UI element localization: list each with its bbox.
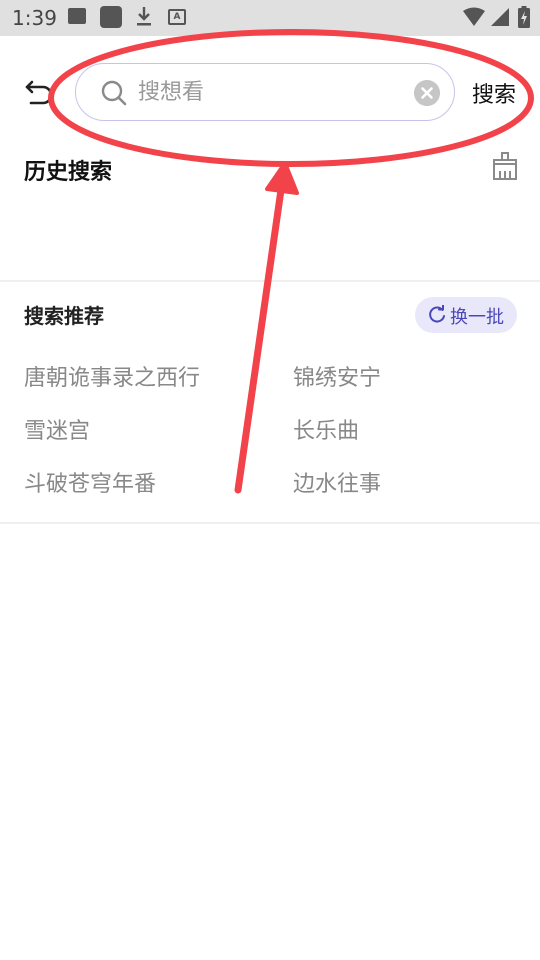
refresh-icon [429,305,445,323]
image-icon [68,8,86,24]
clear-input-button[interactable] [414,80,440,106]
recommend-item[interactable]: 斗破苍穹年番 [24,466,156,498]
status-bar: 1:39 A [0,0,540,36]
recommend-item[interactable]: 唐朝诡事录之西行 [24,360,200,392]
section-divider [0,522,540,524]
section-divider [0,280,540,282]
wifi-icon [463,7,485,26]
history-title: 历史搜索 [24,160,113,185]
back-button[interactable] [22,74,58,110]
recommend-item[interactable]: 长乐曲 [293,413,359,445]
search-button[interactable]: 搜索 [472,77,516,109]
search-box[interactable] [75,63,455,121]
signal-icon [491,8,509,26]
app-icon [100,6,122,28]
download-icon [137,7,151,26]
battery-icon [518,6,530,28]
status-time: 1:39 [12,6,57,30]
broom-icon[interactable] [491,152,519,180]
recommend-title: 搜索推荐 [24,304,104,328]
recommend-item[interactable]: 雪迷宫 [24,413,90,445]
refresh-button[interactable]: 换一批 [415,297,517,333]
annotation-arrow-shaft [234,186,285,494]
search-icon [101,80,127,106]
recommend-item[interactable]: 边水往事 [293,466,381,498]
back-arrow-icon [25,80,53,105]
recommend-item[interactable]: 锦绣安宁 [293,360,381,392]
a-badge-icon: A [168,9,186,25]
refresh-label: 换一批 [450,307,504,328]
annotation-arrow-head [265,161,299,195]
search-input[interactable] [138,74,398,110]
